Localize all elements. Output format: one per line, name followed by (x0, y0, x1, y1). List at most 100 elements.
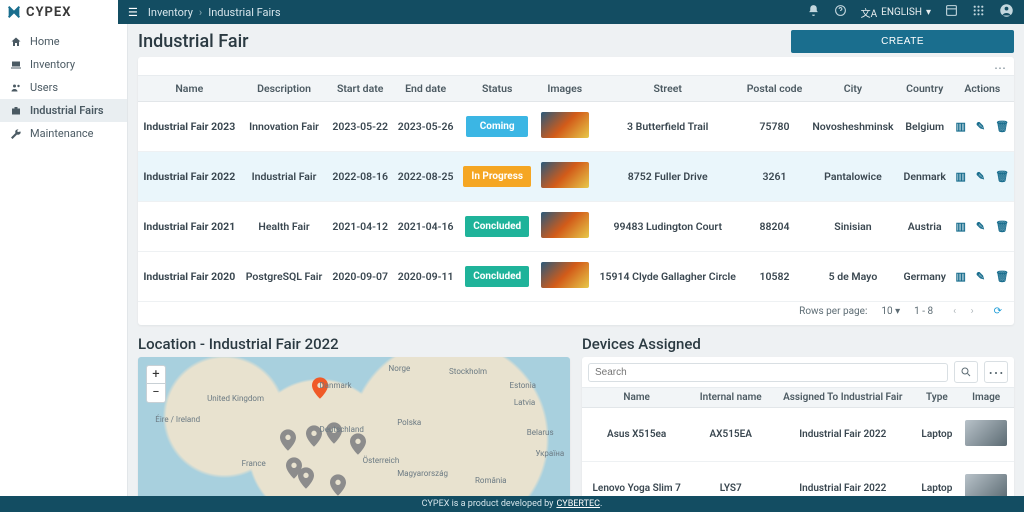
cell-city: Sinisian (807, 202, 899, 252)
fair-thumbnail[interactable] (541, 112, 589, 138)
main-content: Industrial Fair CREATE ⋯ NameDescription… (128, 24, 1024, 496)
fair-thumbnail[interactable] (541, 262, 589, 288)
refresh-icon[interactable]: ⟳ (994, 306, 1002, 317)
table-row[interactable]: Industrial Fair 2021Health Fair2021-04-1… (138, 202, 1014, 252)
sidebar-item-maintenance[interactable]: Maintenance (0, 122, 127, 145)
fair-thumbnail[interactable] (541, 212, 589, 238)
column-header[interactable]: Type (915, 388, 958, 408)
column-header[interactable]: Assigned To Industrial Fair (770, 388, 915, 408)
zoom-in-button[interactable]: + (147, 366, 165, 384)
fair-thumbnail[interactable] (541, 162, 589, 188)
map-pin[interactable] (298, 467, 314, 489)
view-icon[interactable]: ▥ (956, 170, 966, 183)
edit-icon[interactable]: ✎ (976, 220, 985, 233)
device-thumbnail[interactable] (965, 420, 1007, 446)
rows-per-page-select[interactable]: 10 ▾ (881, 306, 900, 317)
map-label: Україна (535, 449, 564, 458)
column-header[interactable]: Start date (327, 76, 392, 102)
devices-search-input[interactable] (588, 363, 948, 382)
map-pin[interactable] (330, 474, 346, 496)
devices-column: Devices Assigned ⋯ NameInternal nameAssi… (582, 335, 1014, 496)
column-header[interactable]: Country (899, 76, 951, 102)
users-icon (10, 82, 22, 94)
cell-street: 15914 Clyde Gallagher Circle (594, 252, 742, 302)
column-header[interactable]: End date (393, 76, 458, 102)
location-title: Location - Industrial Fair 2022 (138, 335, 570, 353)
delete-icon[interactable]: 🗑 (995, 270, 1009, 283)
table-row[interactable]: Industrial Fair 2023Innovation Fair2023-… (138, 102, 1014, 152)
column-header[interactable]: Images (536, 76, 594, 102)
view-icon[interactable]: ▥ (956, 220, 966, 233)
cell-start-date: 2020-09-07 (327, 252, 392, 302)
devices-menu-icon[interactable]: ⋯ (984, 361, 1008, 383)
sidebar-item-industrial-fairs[interactable]: Industrial Fairs (0, 99, 127, 122)
devices-card: ⋯ NameInternal nameAssigned To Industria… (582, 357, 1014, 496)
column-header[interactable]: Description (241, 76, 328, 102)
delete-icon[interactable]: 🗑 (995, 170, 1009, 183)
logo[interactable]: CYPEX (0, 0, 118, 24)
map-pin[interactable] (280, 429, 296, 451)
sidebar-item-label: Users (30, 81, 58, 94)
devices-title: Devices Assigned (582, 335, 1014, 353)
menu-toggle-icon[interactable]: ☰ (128, 6, 138, 19)
cell-end-date: 2022-08-25 (393, 152, 458, 202)
sidebar-item-label: Inventory (30, 58, 75, 71)
sidebar-item-label: Industrial Fairs (30, 104, 104, 117)
bell-icon[interactable] (807, 4, 820, 20)
prev-page-icon[interactable]: ‹ (947, 306, 962, 317)
column-header[interactable]: Internal name (691, 388, 770, 408)
zoom-out-button[interactable]: − (147, 384, 165, 402)
cell-street: 8752 Fuller Drive (594, 152, 742, 202)
cell-image (536, 102, 594, 152)
chevron-right-icon: › (199, 6, 202, 19)
table-row[interactable]: Industrial Fair 2020PostgreSQL Fair2020-… (138, 252, 1014, 302)
apps-icon[interactable] (972, 4, 985, 20)
card-menu-icon[interactable]: ⋯ (138, 57, 1014, 75)
cell-country: Belgium (899, 102, 951, 152)
cell-postal: 75780 (742, 102, 807, 152)
sidebar-item-home[interactable]: Home (0, 30, 127, 53)
view-icon[interactable]: ▥ (956, 120, 966, 133)
column-header[interactable]: Image (958, 388, 1014, 408)
column-header[interactable]: Name (138, 76, 241, 102)
location-map[interactable]: + − NorgeStockholmEstoniaLatviaBelarusUn… (138, 357, 570, 496)
edit-icon[interactable]: ✎ (976, 120, 985, 133)
cell-end-date: 2021-04-16 (393, 202, 458, 252)
search-button[interactable] (954, 361, 978, 383)
edit-icon[interactable]: ✎ (976, 270, 985, 283)
cell-description: Health Fair (241, 202, 328, 252)
cell-postal: 10582 (742, 252, 807, 302)
column-header[interactable]: City (807, 76, 899, 102)
footer-link[interactable]: CYBERTEC (556, 499, 600, 509)
next-page-icon[interactable]: › (965, 306, 980, 317)
column-header[interactable]: Name (582, 388, 691, 408)
sidebar-item-users[interactable]: Users (0, 76, 127, 99)
table-row[interactable]: Asus X515eaAX515EAIndustrial Fair 2022La… (582, 408, 1014, 462)
sidebar-item-inventory[interactable]: Inventory (0, 53, 127, 76)
map-pin[interactable] (350, 433, 366, 455)
account-icon[interactable] (999, 3, 1014, 21)
sidebar: Home Inventory Users Industrial Fairs Ma… (0, 24, 128, 496)
column-header[interactable]: Status (458, 76, 536, 102)
chevron-down-icon: ▾ (895, 306, 900, 317)
delete-icon[interactable]: 🗑 (995, 120, 1009, 133)
cell-image (536, 252, 594, 302)
table-row[interactable]: Industrial Fair 2022Industrial Fair2022-… (138, 152, 1014, 202)
edit-icon[interactable]: ✎ (976, 170, 985, 183)
table-row[interactable]: Lenovo Yoga Slim 7LYS7Industrial Fair 20… (582, 462, 1014, 497)
view-icon[interactable]: ▥ (956, 270, 966, 283)
delete-icon[interactable]: 🗑 (995, 220, 1009, 233)
map-label: Norge (389, 364, 411, 373)
create-button[interactable]: CREATE (791, 30, 1014, 53)
device-thumbnail[interactable] (965, 474, 1007, 496)
breadcrumb-root[interactable]: Inventory (148, 6, 193, 19)
layout-icon[interactable] (945, 4, 958, 20)
footer: CYPEX is a product developed by CYBERTEC… (0, 496, 1024, 512)
cell-actions: ▥ ✎ 🗑 (951, 102, 1014, 152)
language-selector[interactable]: 文A ENGLISH ▾ (861, 5, 931, 20)
column-header[interactable]: Street (594, 76, 742, 102)
help-icon[interactable] (834, 4, 847, 20)
column-header[interactable]: Actions (951, 76, 1014, 102)
column-header[interactable]: Postal code (742, 76, 807, 102)
map-label: Danmark (319, 381, 351, 390)
